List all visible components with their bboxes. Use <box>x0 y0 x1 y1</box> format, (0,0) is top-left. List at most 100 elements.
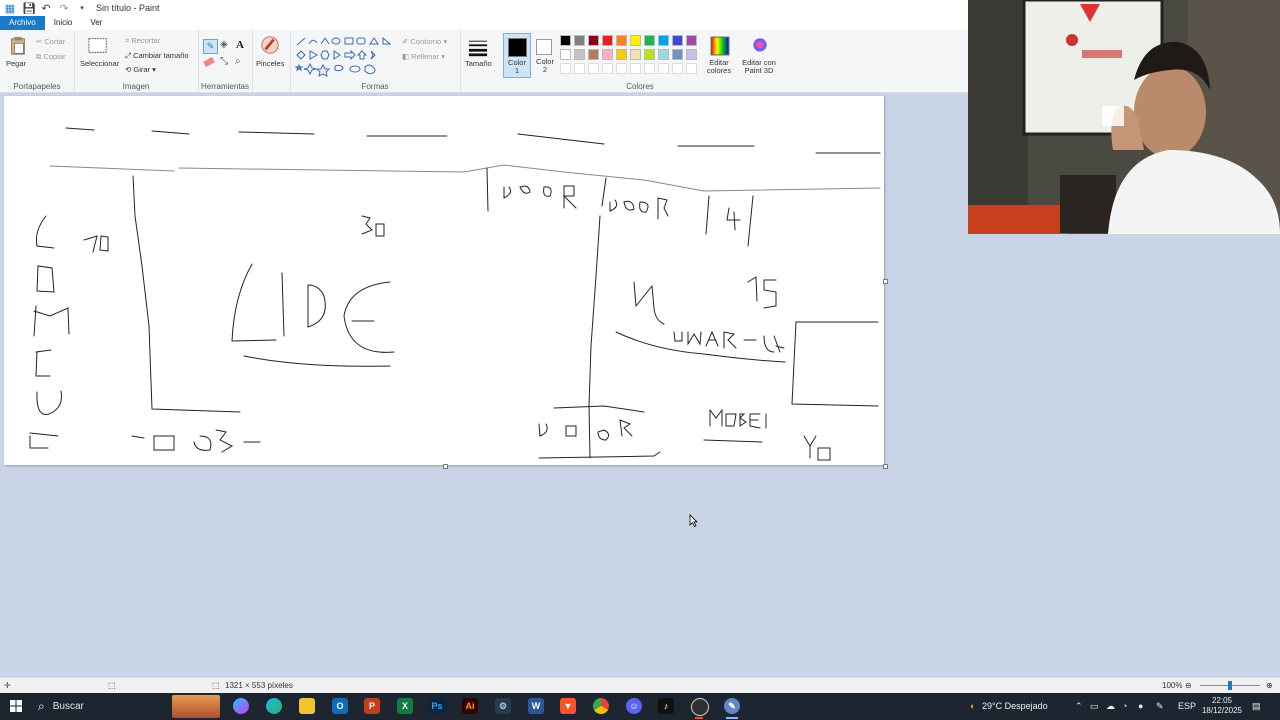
zoom-in-button[interactable]: ⊕ <box>1266 681 1273 690</box>
palette-swatch[interactable] <box>602 35 613 46</box>
excel-icon[interactable]: X <box>397 698 413 714</box>
select-icon[interactable] <box>88 36 108 56</box>
tray-overflow-chevron-icon[interactable]: ⌃ <box>1075 693 1083 720</box>
palette-swatch[interactable] <box>658 35 669 46</box>
paste-button[interactable]: Pegar <box>6 59 26 68</box>
weather-widget[interactable]: ◐ 29°C Despejado <box>970 693 1048 720</box>
tab-view[interactable]: Ver <box>81 16 111 30</box>
brushes-button[interactable]: Pinceles <box>256 59 284 68</box>
taskbar-clock[interactable]: 22:05 18/12/2025 <box>1198 696 1246 716</box>
custom-color-slot[interactable] <box>672 63 683 74</box>
illustrator-icon[interactable]: Ai <box>462 698 478 714</box>
tray-pen-icon[interactable]: ✎ <box>1156 693 1164 720</box>
outlook-icon[interactable]: O <box>332 698 348 714</box>
palette-swatch[interactable] <box>588 35 599 46</box>
palette-swatch[interactable] <box>644 49 655 60</box>
obs-icon[interactable] <box>691 698 709 716</box>
palette-swatch[interactable] <box>574 35 585 46</box>
copilot-icon[interactable] <box>233 698 249 714</box>
taskbar-search[interactable]: ⌕ Buscar <box>32 693 168 720</box>
copy-button[interactable]: ⧉ Copiar <box>36 52 66 62</box>
tray-onedrive-icon[interactable]: ☁ <box>1106 693 1115 720</box>
text-tool[interactable]: A <box>236 39 244 51</box>
paint3d-button[interactable]: Editar con Paint 3D <box>740 59 778 75</box>
paint-taskbar-icon[interactable]: ✎ <box>724 698 740 714</box>
color-picker-tool[interactable]: ⤡ <box>220 56 228 67</box>
palette-swatch[interactable] <box>560 35 571 46</box>
input-language[interactable]: ESP <box>1178 693 1196 720</box>
palette-swatch[interactable] <box>672 49 683 60</box>
tray-network-icon[interactable]: ▭ <box>1090 693 1099 720</box>
palette-swatch[interactable] <box>686 35 697 46</box>
fill-tool[interactable]: ◈ <box>220 39 228 50</box>
custom-color-slot[interactable] <box>630 63 641 74</box>
outline-dropdown[interactable]: ✐ Contorno ▾ <box>402 37 447 46</box>
tab-home[interactable]: Inicio <box>45 16 82 30</box>
palette-swatch[interactable] <box>574 49 585 60</box>
rotate-button[interactable]: ⟲ Girar ▾ <box>125 65 156 74</box>
crop-button[interactable]: ⌗ Recortar <box>125 36 160 46</box>
tiktok-icon[interactable]: ♪ <box>658 698 674 714</box>
customize-chevron-icon[interactable]: ▾ <box>76 4 88 12</box>
save-icon[interactable]: 💾︎ <box>22 2 36 15</box>
canvas-resize-handle-corner[interactable] <box>883 464 888 469</box>
paste-icon[interactable] <box>8 36 28 56</box>
word-icon[interactable]: W <box>528 698 544 714</box>
custom-color-slot[interactable] <box>686 63 697 74</box>
brush-icon[interactable] <box>260 35 280 55</box>
palette-swatch[interactable] <box>602 49 613 60</box>
photoshop-icon[interactable]: Ps <box>429 698 445 714</box>
undo-icon[interactable]: ↶ <box>40 2 52 15</box>
custom-color-slot[interactable] <box>574 63 585 74</box>
chrome-icon[interactable] <box>593 698 609 714</box>
windows-start-icon[interactable] <box>10 700 22 712</box>
custom-color-slot[interactable] <box>658 63 669 74</box>
paint3d-icon[interactable] <box>750 36 770 56</box>
discord-icon[interactable]: ☺ <box>626 698 642 714</box>
tray-mic-icon[interactable]: ● <box>1138 693 1143 720</box>
palette-swatch[interactable] <box>658 49 669 60</box>
zoom-slider-thumb[interactable] <box>1228 681 1232 690</box>
redo-icon[interactable]: ↷ <box>58 2 70 15</box>
tab-file[interactable]: Archivo <box>0 16 45 30</box>
palette-swatch[interactable] <box>560 49 571 60</box>
resize-button[interactable]: ⤢ Cambiar tamaño <box>125 51 189 61</box>
canvas-resize-handle-right[interactable] <box>883 279 888 284</box>
canvas-resize-handle-bottom[interactable] <box>443 464 448 469</box>
size-button[interactable]: Tamaño <box>465 59 492 68</box>
size-icon[interactable] <box>468 38 488 58</box>
eraser-tool[interactable] <box>203 56 215 68</box>
zoom-out-button[interactable]: ⊖ <box>1185 681 1192 690</box>
powerpoint-icon[interactable]: P <box>364 698 380 714</box>
file-explorer-icon[interactable] <box>299 698 315 714</box>
drawing-canvas[interactable] <box>4 96 884 465</box>
palette-swatch[interactable] <box>616 49 627 60</box>
notifications-icon[interactable]: ▤ <box>1252 693 1261 720</box>
palette-swatch[interactable] <box>630 49 641 60</box>
custom-color-slot[interactable] <box>616 63 627 74</box>
settings-app-icon[interactable]: ⚙ <box>495 698 511 714</box>
palette-swatch[interactable] <box>644 35 655 46</box>
custom-color-slot[interactable] <box>560 63 571 74</box>
custom-color-slot[interactable] <box>602 63 613 74</box>
shapes-gallery[interactable] <box>295 37 393 77</box>
palette-swatch[interactable] <box>672 35 683 46</box>
fill-dropdown[interactable]: ◧ Rellenar ▾ <box>402 52 445 61</box>
pencil-tool[interactable]: ✎ <box>203 39 218 54</box>
cut-button[interactable]: ✂ Cortar <box>36 37 65 46</box>
color2-button[interactable]: Color 2 <box>532 33 558 76</box>
palette-swatch[interactable] <box>630 35 641 46</box>
palette-swatch[interactable] <box>588 49 599 60</box>
edge-icon[interactable] <box>266 698 282 714</box>
custom-color-slot[interactable] <box>644 63 655 74</box>
custom-color-slot[interactable] <box>588 63 599 74</box>
magnifier-tool[interactable]: ⌕ <box>235 56 241 67</box>
color1-button[interactable]: Color 1 <box>503 33 531 78</box>
edit-colors-button[interactable]: Editar colores <box>705 59 733 75</box>
palette-swatch[interactable] <box>616 35 627 46</box>
palette-swatch[interactable] <box>686 49 697 60</box>
select-button[interactable]: Seleccionar <box>80 59 119 68</box>
tray-wifi-icon[interactable]: ◔ <box>1122 693 1127 720</box>
edit-colors-icon[interactable] <box>710 36 730 56</box>
brave-icon[interactable]: ▼ <box>560 698 576 714</box>
